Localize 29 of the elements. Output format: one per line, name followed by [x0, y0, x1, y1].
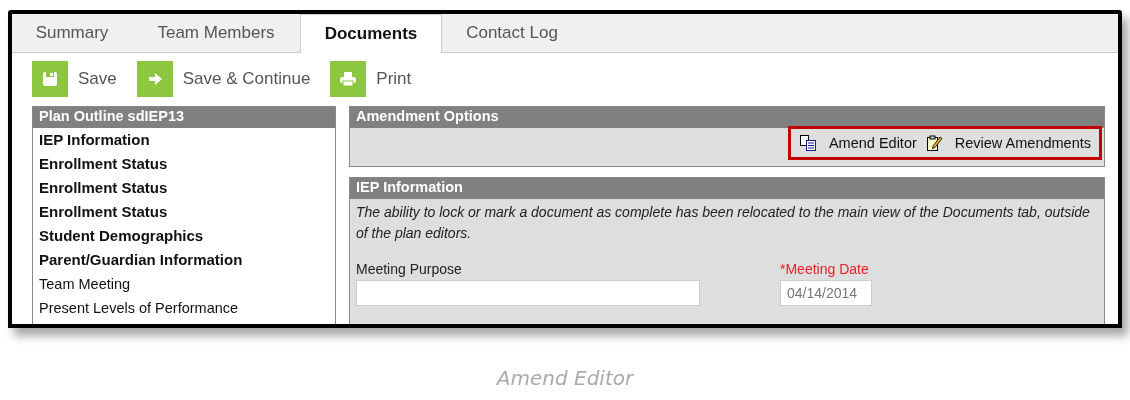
- panel-header: IEP Information: [350, 178, 1104, 199]
- outline-item[interactable]: Student Demographics: [33, 224, 335, 248]
- tab[interactable]: Summary: [12, 14, 132, 52]
- print-button[interactable]: Print: [330, 58, 412, 100]
- outline-item[interactable]: Enrollment Status: [33, 176, 335, 200]
- input-field[interactable]: [356, 280, 700, 306]
- field-label: Meeting Purpose: [356, 261, 463, 277]
- printer-icon: [338, 69, 359, 89]
- field-label: *Meeting Date: [780, 261, 870, 277]
- info-note: The ability to lock or mark a document as complete has been relocated to the main view of the Documents tab, outside of the plan editors.: [355, 203, 1091, 243]
- panel-header: Amendment Options: [350, 107, 1104, 128]
- tab[interactable]: Contact Log: [442, 14, 582, 52]
- outline-item[interactable]: Present Levels of Performance: [33, 296, 335, 320]
- outline-item[interactable]: Enrollment Status: [33, 200, 335, 224]
- review-amendments-button[interactable]: Review Amendments: [924, 134, 1091, 152]
- save-button[interactable]: Save: [32, 58, 117, 100]
- outline-item[interactable]: Parent/Guardian Information: [33, 248, 335, 272]
- outline-item[interactable]: IEP Information: [33, 128, 335, 152]
- notepad-pencil-icon: [924, 134, 943, 152]
- amend-editor-button[interactable]: Amend Editor: [798, 134, 917, 152]
- outline-item[interactable]: Enrollment Status: [33, 152, 335, 176]
- documents-icon: [798, 134, 817, 152]
- outline-item[interactable]: Team Meeting: [33, 272, 335, 296]
- tab[interactable]: Documents: [300, 14, 442, 53]
- save-continue-button[interactable]: Save & Continue: [136, 58, 311, 100]
- date-field[interactable]: 04/14/2014: [780, 280, 872, 306]
- caption: Amend Editor: [495, 366, 636, 390]
- panel-header: Plan Outline sdIEP13: [33, 107, 335, 128]
- tab[interactable]: Team Members: [132, 14, 300, 52]
